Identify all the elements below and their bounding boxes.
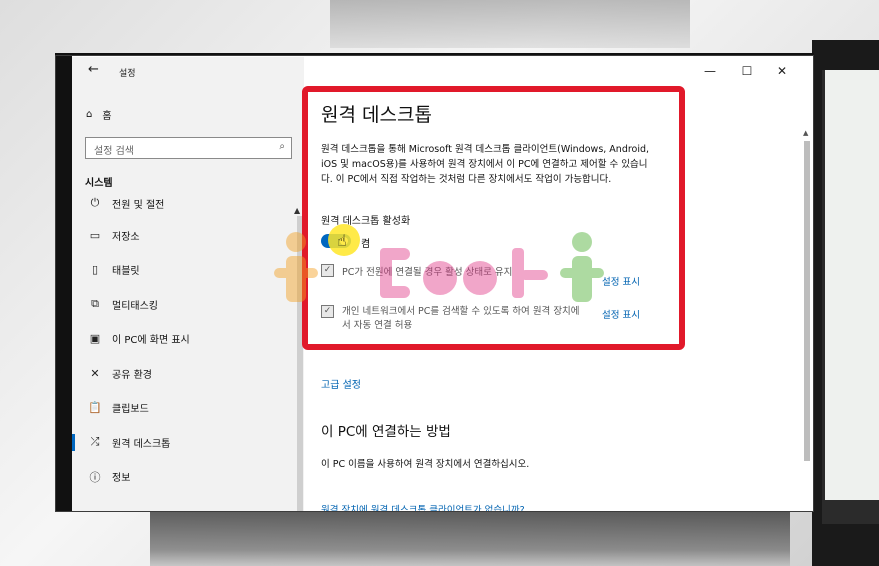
sidebar-item-tablet[interactable]: ▯ 태블릿 bbox=[72, 253, 304, 288]
background-lamp bbox=[330, 0, 690, 48]
sidebar-section-title: 시스템 bbox=[85, 178, 113, 189]
close-button[interactable]: ✕ bbox=[772, 64, 792, 78]
home-label: 홈 bbox=[102, 111, 112, 122]
home-link[interactable]: ⌂ 홈 bbox=[86, 107, 112, 122]
background-monitor-screen bbox=[822, 70, 879, 510]
clipboard-icon: 📋 bbox=[88, 401, 102, 415]
how-to-connect-heading: 이 PC에 연결하는 방법 bbox=[321, 424, 451, 440]
sidebar-item-shared[interactable]: ✕ 공유 환경 bbox=[72, 356, 304, 391]
sidebar-item-project[interactable]: ▣ 이 PC에 화면 표시 bbox=[72, 322, 304, 357]
remote-desktop-icon: ⤮ bbox=[90, 435, 100, 449]
search-icon[interactable]: ⌕ bbox=[279, 141, 285, 152]
sidebar-item-remote-desktop[interactable]: ⤮ 원격 데스크톱 bbox=[72, 425, 304, 460]
highlight-frame bbox=[302, 86, 685, 350]
sidebar-item-label: 전원 및 절전 bbox=[112, 200, 165, 211]
window-title: 설정 bbox=[119, 69, 136, 79]
sidebar-item-clipboard[interactable]: 📋 클립보드 bbox=[72, 391, 304, 426]
sidebar-item-storage[interactable]: ▭ 저장소 bbox=[72, 218, 304, 253]
scroll-up-icon[interactable]: ▲ bbox=[803, 129, 808, 137]
sidebar-nav: ⏻ 전원 및 절전 ▭ 저장소 ▯ 태블릿 ⧉ 멀티태스킹 ▣ 이 PC에 화면… bbox=[72, 196, 304, 494]
sidebar-item-label: 멀티태스킹 bbox=[112, 300, 158, 312]
power-icon: ⏻ bbox=[90, 196, 100, 209]
advanced-settings-link[interactable]: 고급 설정 bbox=[321, 376, 361, 391]
sidebar-item-label: 정보 bbox=[112, 473, 131, 485]
tablet-icon: ▯ bbox=[91, 263, 99, 277]
scrollbar-thumb[interactable] bbox=[804, 141, 810, 461]
sidebar-item-power[interactable]: ⏻ 전원 및 절전 bbox=[72, 196, 304, 218]
info-icon: ⓘ bbox=[89, 470, 101, 484]
background-taskbar bbox=[822, 500, 879, 524]
sidebar-item-label: 클립보드 bbox=[112, 404, 149, 416]
title-bar: ← 설정 — ☐ ✕ bbox=[72, 56, 813, 88]
how-to-connect-text: 이 PC 이름을 사용하여 원격 장치에서 연결하십시오. bbox=[321, 459, 530, 470]
window-left-strip bbox=[56, 56, 72, 511]
multitasking-icon: ⧉ bbox=[91, 297, 99, 311]
shared-experiences-icon: ✕ bbox=[90, 366, 100, 380]
home-icon: ⌂ bbox=[86, 109, 93, 120]
main-scrollbar[interactable]: ▲ bbox=[802, 129, 812, 511]
sidebar-item-label: 저장소 bbox=[112, 231, 140, 243]
no-client-link[interactable]: 원격 장치에 원격 데스크톱 클라이언트가 없습니까? bbox=[321, 502, 525, 511]
sidebar-item-label: 원격 데스크톱 bbox=[112, 438, 171, 450]
sidebar-item-about[interactable]: ⓘ 정보 bbox=[72, 460, 304, 495]
background-laptop bbox=[150, 512, 790, 566]
sidebar-item-label: 이 PC에 화면 표시 bbox=[112, 335, 190, 347]
sidebar-item-label: 공유 환경 bbox=[112, 369, 152, 381]
project-icon: ▣ bbox=[89, 332, 101, 346]
maximize-button[interactable]: ☐ bbox=[737, 64, 757, 78]
storage-icon: ▭ bbox=[89, 228, 101, 242]
sidebar-item-multitasking[interactable]: ⧉ 멀티태스킹 bbox=[72, 287, 304, 322]
sidebar-item-label: 태블릿 bbox=[112, 266, 140, 278]
search-input[interactable]: 설정 검색 ⌕ bbox=[85, 137, 292, 159]
minimize-button[interactable]: — bbox=[700, 64, 720, 78]
back-arrow-icon[interactable]: ← bbox=[88, 62, 99, 77]
search-placeholder: 설정 검색 bbox=[94, 146, 134, 157]
